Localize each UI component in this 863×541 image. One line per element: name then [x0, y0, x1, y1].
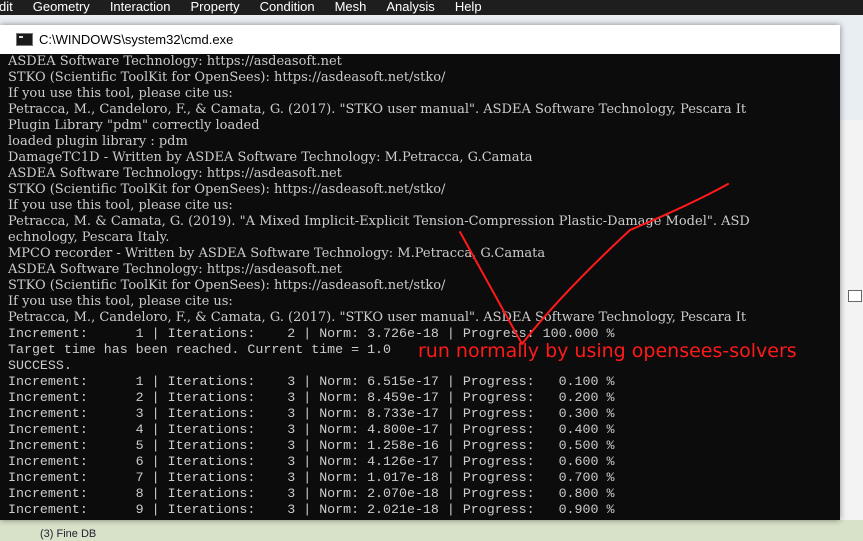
console-line: Petracca, M. & Camata, G. (2019). "A Mix…	[8, 214, 750, 229]
console-line: loaded plugin library : pdm	[8, 134, 188, 149]
console-line: Increment: 9 | Iterations: 3 | Norm: 2.0…	[8, 502, 615, 517]
console-line: Increment: 1 | Iterations: 3 | Norm: 6.5…	[8, 374, 615, 389]
background-tree-panel: (3) Fine DB	[0, 520, 863, 541]
console-line: echnology, Pescara Italy.	[8, 230, 170, 245]
menu-item-analysis[interactable]: Analysis	[386, 0, 434, 15]
console-line: Plugin Library "pdm" correctly loaded	[8, 118, 260, 133]
console-line: Increment: 5 | Iterations: 3 | Norm: 1.2…	[8, 438, 615, 453]
console-output[interactable]: ASDEA Software Technology: https://asdea…	[8, 54, 840, 520]
menu-item-edit[interactable]: dit	[0, 0, 13, 15]
console-line: If you use this tool, please cite us:	[8, 198, 233, 213]
menu-item-interaction[interactable]: Interaction	[110, 0, 171, 15]
terminal-icon	[16, 33, 33, 46]
console-line: ASDEA Software Technology: https://asdea…	[8, 166, 342, 181]
console-line: Petracca, M., Candeloro, F., & Camata, G…	[8, 310, 747, 325]
menu-item-geometry[interactable]: Geometry	[33, 0, 90, 15]
console-line: ASDEA Software Technology: https://asdea…	[8, 54, 342, 69]
restore-icon[interactable]	[848, 290, 862, 302]
cmd-window[interactable]: C:\WINDOWS\system32\cmd.exe ASDEA Softwa…	[0, 25, 840, 520]
console-line: STKO (Scientific ToolKit for OpenSees): …	[8, 182, 446, 197]
console-line: Increment: 7 | Iterations: 3 | Norm: 1.0…	[8, 470, 615, 485]
console-line: Increment: 6 | Iterations: 3 | Norm: 4.1…	[8, 454, 615, 469]
app-menubar: dit Geometry Interaction Property Condit…	[0, 0, 863, 15]
cmd-title: C:\WINDOWS\system32\cmd.exe	[39, 32, 234, 47]
console-line: Increment: 3 | Iterations: 3 | Norm: 8.7…	[8, 406, 615, 421]
background-side-panel	[838, 120, 863, 541]
console-line: Increment: 2 | Iterations: 3 | Norm: 8.4…	[8, 390, 615, 405]
console-line: ASDEA Software Technology: https://asdea…	[8, 262, 342, 277]
console-line: If you use this tool, please cite us:	[8, 86, 233, 101]
menu-item-condition[interactable]: Condition	[260, 0, 315, 15]
console-line: Petracca, M., Candeloro, F., & Camata, G…	[8, 102, 747, 117]
console-line: Increment: 8 | Iterations: 3 | Norm: 2.0…	[8, 486, 615, 501]
menu-item-property[interactable]: Property	[191, 0, 240, 15]
console-line: MPCO recorder - Written by ASDEA Softwar…	[8, 246, 546, 261]
console-line: STKO (Scientific ToolKit for OpenSees): …	[8, 70, 446, 85]
tree-item-label[interactable]: (3) Fine DB	[40, 528, 96, 540]
annotation-text: run normally by using opensees-solvers	[418, 340, 797, 362]
console-line: If you use this tool, please cite us:	[8, 294, 233, 309]
console-line: DamageTC1D - Written by ASDEA Software T…	[8, 150, 533, 165]
console-line: Increment: 4 | Iterations: 3 | Norm: 4.8…	[8, 422, 615, 437]
menu-item-help[interactable]: Help	[455, 0, 482, 15]
console-line: STKO (Scientific ToolKit for OpenSees): …	[8, 278, 446, 293]
menu-item-mesh[interactable]: Mesh	[335, 0, 367, 15]
cmd-titlebar[interactable]: C:\WINDOWS\system32\cmd.exe	[0, 25, 840, 54]
